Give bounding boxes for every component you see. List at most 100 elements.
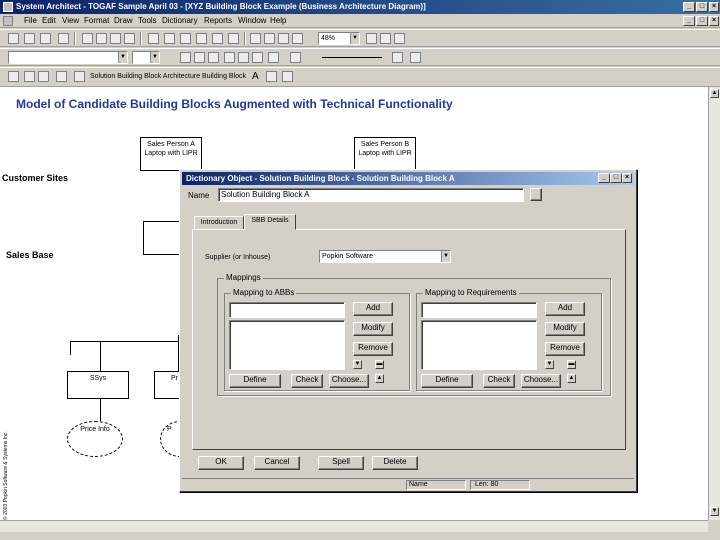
- abbs-add-button[interactable]: Add: [353, 302, 393, 316]
- menu-format[interactable]: Format: [84, 16, 109, 25]
- page-icon[interactable]: [148, 33, 159, 44]
- abbs-move-bottom-icon[interactable]: ▬: [375, 360, 384, 369]
- abbs-remove-button[interactable]: Remove: [353, 342, 393, 356]
- requirements-move-down-icon[interactable]: ▼: [545, 360, 554, 369]
- minimize-button[interactable]: _: [683, 2, 695, 12]
- font-name-select[interactable]: ▼: [8, 51, 128, 64]
- paste-icon[interactable]: [110, 33, 121, 44]
- abbs-list[interactable]: [229, 320, 345, 370]
- zoom-select[interactable]: 48% ▼: [318, 32, 360, 45]
- dialog-maximize-button[interactable]: □: [610, 173, 622, 183]
- requirements-list[interactable]: [421, 320, 537, 370]
- sales-person-a-box[interactable]: Sales Person A Laptop with LIPR: [140, 137, 202, 171]
- symbol-palette-label[interactable]: Solution Building Block Architecture Bui…: [90, 73, 246, 80]
- connector-tool-icon[interactable]: [282, 71, 293, 82]
- save-icon[interactable]: [180, 33, 191, 44]
- tab-sbb-details[interactable]: SBB Details: [244, 214, 296, 230]
- undo-icon[interactable]: [124, 33, 135, 44]
- text-tool-icon[interactable]: A: [252, 71, 259, 82]
- scroll-down-icon[interactable]: ▼: [710, 507, 719, 516]
- vertical-scrollbar[interactable]: ▲ ▼: [708, 87, 720, 520]
- menu-edit[interactable]: Edit: [42, 16, 56, 25]
- snap-icon[interactable]: [278, 33, 289, 44]
- menu-reports[interactable]: Reports: [204, 16, 232, 25]
- properties-icon[interactable]: [164, 33, 175, 44]
- requirements-move-top-icon[interactable]: ▲: [567, 374, 576, 383]
- zoom-out-icon[interactable]: [380, 33, 391, 44]
- abbs-define-button[interactable]: Define: [229, 374, 281, 388]
- sbb-symbol-icon[interactable]: [74, 71, 85, 82]
- requirements-check-button[interactable]: Check: [483, 374, 515, 388]
- cut-icon[interactable]: [82, 33, 93, 44]
- menu-help[interactable]: Help: [270, 16, 286, 25]
- abbs-check-button[interactable]: Check: [291, 374, 323, 388]
- circle-tool-icon[interactable]: [38, 71, 49, 82]
- requirements-modify-button[interactable]: Modify: [545, 322, 585, 336]
- layout-icon[interactable]: [292, 33, 303, 44]
- line-style-icon[interactable]: [322, 57, 382, 58]
- price-info-ellipse[interactable]: Price Info: [67, 421, 123, 457]
- open-icon[interactable]: [58, 33, 69, 44]
- menu-file[interactable]: File: [24, 16, 37, 25]
- abbs-modify-button[interactable]: Modify: [353, 322, 393, 336]
- abbs-input[interactable]: [229, 302, 345, 318]
- bold-icon[interactable]: [180, 52, 191, 63]
- grid-icon[interactable]: [24, 33, 35, 44]
- pointer-icon[interactable]: [8, 71, 19, 82]
- align-center-icon[interactable]: [238, 52, 249, 63]
- menu-dictionary[interactable]: Dictionary: [162, 16, 198, 25]
- find-icon[interactable]: [228, 33, 239, 44]
- name-browse-icon[interactable]: [530, 188, 542, 201]
- zoom-fit-icon[interactable]: [394, 33, 405, 44]
- maximize-button[interactable]: □: [696, 2, 708, 12]
- dialog-close-button[interactable]: ×: [622, 173, 632, 183]
- zoom-in-icon[interactable]: [366, 33, 377, 44]
- italic-icon[interactable]: [194, 52, 205, 63]
- line-color-icon[interactable]: [392, 52, 403, 63]
- table-icon[interactable]: [40, 33, 51, 44]
- font-size-select[interactable]: ▼: [132, 51, 160, 64]
- name-field[interactable]: Solution Building Block A: [218, 188, 524, 202]
- font-color-icon[interactable]: [290, 52, 301, 63]
- requirements-define-button[interactable]: Define: [421, 374, 473, 388]
- supplier-select[interactable]: Popkin Software ▼: [319, 250, 451, 263]
- abbs-choose-button[interactable]: Choose...: [329, 374, 369, 388]
- ssys-box[interactable]: SSys: [67, 371, 129, 399]
- ok-button[interactable]: OK: [198, 456, 244, 470]
- copy-icon[interactable]: [96, 33, 107, 44]
- close-button[interactable]: ×: [709, 2, 719, 12]
- distribute-icon[interactable]: [264, 33, 275, 44]
- document-icon[interactable]: [3, 16, 13, 26]
- doc-close-button[interactable]: ×: [709, 16, 719, 26]
- doc-restore-button[interactable]: □: [696, 16, 708, 26]
- align-left-icon[interactable]: [224, 52, 235, 63]
- delete-button[interactable]: Delete: [372, 456, 418, 470]
- requirements-input[interactable]: [421, 302, 537, 318]
- tab-introduction[interactable]: Introduction: [194, 216, 244, 230]
- requirements-add-button[interactable]: Add: [545, 302, 585, 316]
- horizontal-scrollbar[interactable]: [0, 520, 708, 532]
- doc-minimize-button[interactable]: _: [683, 16, 695, 26]
- app-icon[interactable]: [3, 2, 13, 12]
- align-icon[interactable]: [250, 33, 261, 44]
- cancel-button[interactable]: Cancel: [254, 456, 300, 470]
- sales-base-box[interactable]: [143, 221, 183, 255]
- print-icon[interactable]: [196, 33, 207, 44]
- menu-view[interactable]: View: [62, 16, 79, 25]
- align-right-icon[interactable]: [252, 52, 263, 63]
- fill-color-icon[interactable]: [268, 52, 279, 63]
- underline-icon[interactable]: [208, 52, 219, 63]
- print-preview-icon[interactable]: [212, 33, 223, 44]
- line-tool-icon[interactable]: [266, 71, 277, 82]
- sales-person-b-box[interactable]: Sales Person B Laptop with LIPR: [354, 137, 416, 171]
- requirements-move-bottom-icon[interactable]: ▬: [567, 360, 576, 369]
- menu-tools[interactable]: Tools: [138, 16, 157, 25]
- arrow-tool-icon[interactable]: [24, 71, 35, 82]
- menu-draw[interactable]: Draw: [114, 16, 133, 25]
- new-icon[interactable]: [8, 33, 19, 44]
- rectangle-tool-icon[interactable]: [56, 71, 67, 82]
- spell-button[interactable]: Spell: [318, 456, 364, 470]
- dialog-minimize-button[interactable]: _: [598, 173, 610, 183]
- requirements-choose-button[interactable]: Choose...: [521, 374, 561, 388]
- menu-window[interactable]: Window: [238, 16, 266, 25]
